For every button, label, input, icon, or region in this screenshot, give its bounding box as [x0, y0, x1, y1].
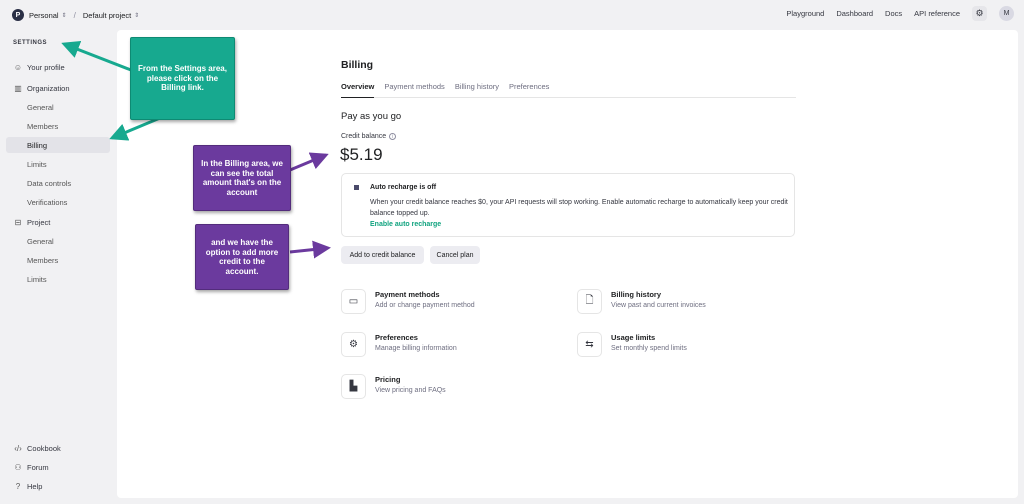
briefcase-icon: ⊟: [14, 217, 22, 227]
building-icon: ▥: [14, 83, 22, 93]
settings-sidebar: SETTINGS ☺ Your profile ▥ Organization Gen…: [0, 30, 117, 504]
auto-recharge-card: Auto recharge is off When your credit ba…: [341, 173, 795, 237]
tile-payment-methods[interactable]: ▭ Payment methods Add or change payment …: [341, 289, 561, 319]
credit-card-icon: ▭: [341, 289, 366, 314]
sidebar-item-label: Forum: [27, 462, 49, 472]
cancel-plan-button[interactable]: Cancel plan: [430, 246, 480, 264]
settings-icon: ⚙: [341, 332, 366, 357]
status-square-icon: [354, 185, 359, 190]
sidebar-item-org-general[interactable]: General: [6, 99, 110, 115]
org-avatar: P: [12, 9, 24, 21]
sidebar-item-label: Organization: [27, 83, 70, 93]
project-name: Default project: [82, 10, 132, 20]
tile-description: View pricing and FAQs: [375, 387, 446, 394]
tile-preferences[interactable]: ⚙ Preferences Manage billing information: [341, 332, 561, 362]
gear-icon[interactable]: ⚙: [972, 6, 987, 21]
sidebar-item-your-profile[interactable]: ☺ Your profile: [6, 59, 110, 75]
chevron-updown-icon: ⇕: [134, 12, 140, 19]
sidebar-item-forum[interactable]: ⚇ Forum: [6, 459, 110, 475]
auto-recharge-description: When your credit balance reaches $0, you…: [370, 199, 788, 217]
sidebar-item-billing[interactable]: Billing: [6, 137, 110, 153]
nav-playground[interactable]: Playground: [786, 9, 824, 18]
info-icon[interactable]: i: [389, 133, 397, 140]
nav-api-reference[interactable]: API reference: [914, 9, 960, 18]
tile-description: Add or change payment method: [375, 302, 475, 309]
sidebar-item-project[interactable]: ⊟ Project: [6, 214, 110, 230]
tile-title: Preferences: [375, 333, 418, 342]
sidebar-item-help[interactable]: ? Help: [6, 478, 110, 494]
org-switcher[interactable]: P Personal ⇕: [12, 9, 67, 21]
add-credit-callout: and we have the option to add more credi…: [195, 224, 289, 290]
credit-balance-amount: $5.19: [340, 145, 383, 164]
code-icon: ‹/›: [14, 443, 22, 453]
page-title: Billing: [341, 59, 374, 71]
sidebar-item-project-members[interactable]: Members: [6, 252, 110, 268]
chevron-updown-icon: ⇕: [61, 12, 67, 19]
org-name: Personal: [29, 10, 59, 20]
help-icon: ?: [15, 481, 21, 491]
tab-preferences[interactable]: Preferences: [509, 80, 549, 98]
sidebar-item-data-controls[interactable]: Data controls: [6, 175, 110, 191]
project-switcher[interactable]: Default project ⇕: [83, 11, 139, 20]
tile-title: Payment methods: [375, 290, 440, 299]
add-credit-button[interactable]: Add to credit balance: [341, 246, 424, 264]
sidebar-item-label: Your profile: [27, 62, 65, 72]
sidebar-item-org-limits[interactable]: Limits: [6, 156, 110, 172]
person-icon: ☺: [13, 62, 23, 72]
sidebar-item-project-limits[interactable]: Limits: [6, 271, 110, 287]
tile-title: Usage limits: [611, 333, 656, 342]
tile-description: Set monthly spend limits: [611, 345, 687, 352]
user-avatar[interactable]: M: [999, 6, 1014, 21]
tab-billing-history[interactable]: Billing history: [455, 80, 499, 98]
plan-title: Pay as you go: [341, 111, 402, 122]
balance-callout: In the Billing area, we can see the tota…: [193, 145, 291, 211]
nav-docs[interactable]: Docs: [885, 9, 902, 18]
tile-description: View past and current invoices: [611, 302, 706, 309]
tile-billing-history[interactable]: 🗋 Billing history View past and current …: [577, 289, 797, 319]
sidebar-item-label: Cookbook: [27, 443, 61, 453]
sidebar-heading: SETTINGS: [13, 40, 48, 46]
tile-usage-limits[interactable]: ⇆ Usage limits Set monthly spend limits: [577, 332, 797, 362]
sidebar-item-label: Project: [27, 217, 51, 227]
tab-payment-methods[interactable]: Payment methods: [384, 80, 444, 98]
sidebar-item-verifications[interactable]: Verifications: [6, 194, 110, 210]
auto-recharge-title: Auto recharge is off: [370, 184, 437, 191]
sidebar-item-organization[interactable]: ▥ Organization: [6, 80, 110, 96]
tab-overview[interactable]: Overview: [341, 80, 375, 98]
enable-auto-recharge-link[interactable]: Enable auto recharge: [370, 221, 441, 228]
sidebar-item-label: Help: [27, 481, 43, 491]
sidebar-item-org-members[interactable]: Members: [6, 118, 110, 134]
people-icon: ⚇: [14, 462, 22, 472]
bar-chart-icon: ▙: [341, 374, 366, 399]
billing-tabs: Overview Payment methods Billing history…: [341, 80, 796, 98]
sidebar-item-project-general[interactable]: General: [6, 233, 110, 249]
tile-title: Pricing: [375, 375, 401, 384]
settings-callout: From the Settings area, please click on …: [130, 37, 235, 120]
nav-dashboard[interactable]: Dashboard: [836, 9, 873, 18]
sidebar-item-cookbook[interactable]: ‹/› Cookbook: [6, 440, 110, 456]
document-icon: 🗋: [577, 289, 602, 314]
top-bar: P Personal ⇕ / Default project ⇕ Playgro…: [0, 0, 1024, 30]
tile-description: Manage billing information: [375, 345, 457, 352]
credit-balance-label: Credit balance i: [341, 133, 397, 140]
tile-title: Billing history: [611, 290, 662, 299]
top-nav: Playground Dashboard Docs API reference …: [786, 6, 1014, 21]
breadcrumb-separator: /: [73, 10, 76, 20]
sliders-icon: ⇆: [577, 332, 602, 357]
credit-balance-label-text: Credit balance: [341, 133, 387, 140]
tile-pricing[interactable]: ▙ Pricing View pricing and FAQs: [341, 374, 561, 404]
